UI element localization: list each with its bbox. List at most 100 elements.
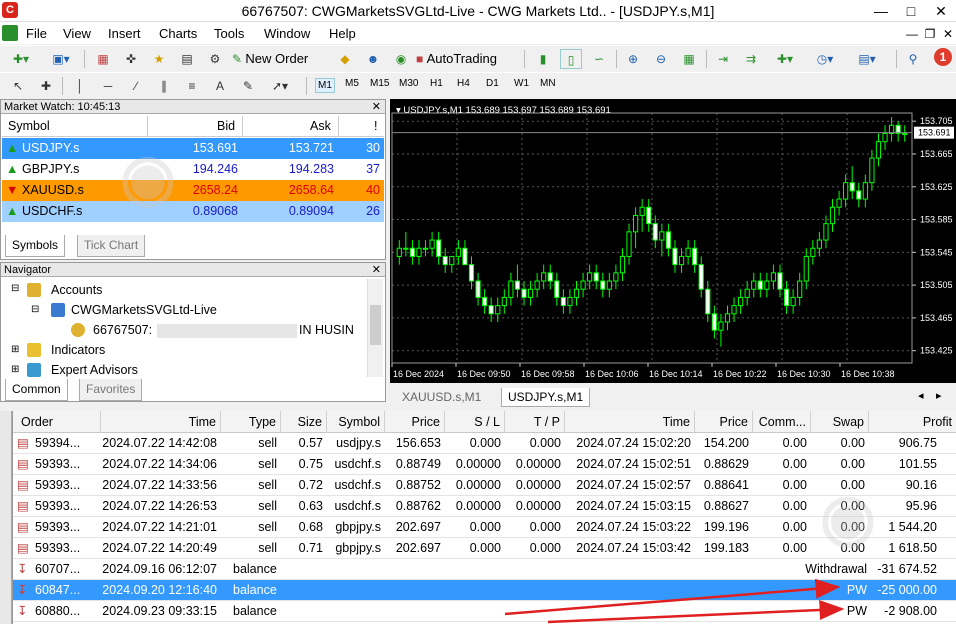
timeframe-d1[interactable]: D1 [486,78,499,89]
market-watch-close-icon[interactable]: ✕ [372,100,381,114]
column-header-price[interactable]: Price [385,411,445,433]
column-header-type[interactable]: Type [221,411,281,433]
col-ask[interactable]: Ask [310,116,331,137]
nav-server[interactable]: CWGMarketsSVGLtd-Live [71,303,217,317]
templates-icon[interactable]: ▤▾ [850,49,884,69]
column-header-comm[interactable]: Comm... [753,411,811,433]
price-chart[interactable]: 153.705 153.665 153.625 153.585 153.545 153.5… [390,99,956,383]
trade-row[interactable]: ▤ 59393... 2024.07.22 14:26:53 sell 0.63 usdc… [13,496,956,517]
balance-row[interactable]: ↧ 60707... 2024.09.16 06:12:07 balance Withd… [13,559,956,580]
vertical-line-icon[interactable]: │ [70,76,90,96]
column-header-profit[interactable]: Profit [869,411,956,433]
nav-expert-advisors[interactable]: Expert Advisors [51,363,138,377]
chart-shift-icon[interactable]: ⇥ [712,49,734,69]
menu-view[interactable]: View [63,26,91,41]
navigator-icon[interactable]: ★ [148,49,170,69]
maximize-icon[interactable]: □ [896,0,926,22]
strategy-tester-icon[interactable]: ⚙ [204,49,226,69]
menu-help[interactable]: Help [329,26,356,41]
scroll-left-icon[interactable]: ◂ [918,389,924,402]
tab-favorites[interactable]: Favorites [79,379,143,401]
indicators-list-icon[interactable]: ✚▾ [768,49,802,69]
trade-row[interactable]: ▤ 59393... 2024.07.22 14:34:06 sell 0.75 usdc… [13,454,956,475]
timeframe-m15[interactable]: M15 [370,78,389,89]
tab-tick-chart[interactable]: Tick Chart [77,235,146,257]
autotrading-button[interactable]: ■ AutoTrading [416,49,516,69]
horizontal-line-icon[interactable]: ─ [98,76,118,96]
notification-badge[interactable]: 1 [934,48,952,66]
market-icon[interactable]: ◉ [390,49,412,69]
line-chart-icon[interactable]: ∽ [588,49,610,69]
column-header-sl[interactable]: S / L [445,411,505,433]
minimize-icon[interactable]: — [866,0,896,22]
column-header-ctime[interactable]: Time [565,411,695,433]
col-symbol[interactable]: Symbol [8,116,50,137]
column-header-cprice[interactable]: Price [695,411,753,433]
profiles-icon[interactable]: ▣▾ [46,49,76,69]
menu-charts[interactable]: Charts [159,26,197,41]
column-header-tp[interactable]: T / P [505,411,565,433]
nav-account-number[interactable]: 66767507: [93,323,152,337]
col-bid[interactable]: Bid [217,116,235,137]
trade-row[interactable]: ▤ 59393... 2024.07.22 14:20:49 sell 0.71 gbpj… [13,538,956,559]
column-header-swap[interactable]: Swap [811,411,869,433]
search-icon[interactable]: ⚲ [902,49,924,69]
signals-icon[interactable]: ☻ [362,49,384,69]
nav-accounts[interactable]: Accounts [51,283,102,297]
scrollbar-thumb[interactable] [370,305,381,345]
timeframe-mn[interactable]: MN [540,78,556,89]
balance-row[interactable]: ↧ 60880... 2024.09.23 09:33:15 balance PW -2 … [13,601,956,622]
column-header-order[interactable]: Order [13,411,101,433]
market-row-usdjpy[interactable]: ▲ USDJPY.s 153.691 153.721 30 [2,138,384,159]
trade-row[interactable]: ▤ 59394... 2024.07.22 14:42:08 sell 0.57 usdj… [13,433,956,454]
terminal-icon[interactable]: ▤ [176,49,198,69]
timeframe-m30[interactable]: M30 [399,78,418,89]
trade-row[interactable]: ▤ 59393... 2024.07.22 14:33:56 sell 0.72 usdc… [13,475,956,496]
mdi-close-icon[interactable]: ✕ [938,26,956,42]
tab-symbols[interactable]: Symbols [5,235,66,257]
nav-indicators[interactable]: Indicators [51,343,105,357]
arrows-tool-icon[interactable]: ➚▾ [262,76,298,96]
timeframe-m1[interactable]: M1 [315,78,335,93]
data-window-icon[interactable]: ✜ [120,49,142,69]
periods-icon[interactable]: ◷▾ [808,49,842,69]
menu-window[interactable]: Window [264,26,310,41]
market-watch-icon[interactable]: ▦ [92,49,114,69]
new-order-button[interactable]: ✎ New Order [232,49,332,69]
fibonacci-icon[interactable]: ≡ [182,76,202,96]
menu-tools[interactable]: Tools [214,26,244,41]
close-icon[interactable]: ✕ [926,0,956,22]
expand-icon[interactable]: ⊞ [11,364,19,375]
bar-chart-icon[interactable]: ▮ [532,49,554,69]
trendline-icon[interactable]: ∕ [126,76,146,96]
mdi-restore-icon[interactable]: ❐ [920,26,940,42]
collapse-icon[interactable]: ⊟ [31,304,39,315]
chart-tab-xauusd[interactable]: XAUUSD.s,M1 [396,388,488,407]
navigator-close-icon[interactable]: ✕ [372,263,381,277]
metaeditor-icon[interactable]: ◆ [334,49,356,69]
text-tool-icon[interactable]: A [210,76,230,96]
market-row-usdchf[interactable]: ▲ USDCHF.s 0.89068 0.89094 26 [2,201,384,222]
channel-icon[interactable]: ∥ [154,76,174,96]
tab-common[interactable]: Common [5,379,68,401]
mdi-minimize-icon[interactable]: — [902,26,922,42]
crosshair-icon[interactable]: ✚ [36,76,56,96]
candlestick-chart-icon[interactable]: ▯ [560,49,582,69]
chart-canvas[interactable]: 153.705 153.665 153.625 153.585 153.545 153.5… [390,99,956,383]
column-header-time[interactable]: Time [101,411,221,433]
trade-row[interactable]: ▤ 59393... 2024.07.22 14:21:01 sell 0.68 gbpj… [13,517,956,538]
market-row-gbpjpy[interactable]: ▲ GBPJPY.s 194.246 194.283 37 [2,159,384,180]
balance-row[interactable]: ↧ 60847... 2024.09.20 12:16:40 balance PW -25… [13,580,956,601]
new-chart-icon[interactable]: ✚▾ [6,49,36,69]
autoscroll-icon[interactable]: ⇉ [740,49,762,69]
col-spread[interactable]: ! [374,116,377,137]
zoom-in-icon[interactable]: ⊕ [622,49,644,69]
column-header-symbol[interactable]: Symbol [327,411,385,433]
cursor-icon[interactable]: ↖ [8,76,28,96]
collapse-icon[interactable]: ⊟ [11,283,19,294]
market-row-xauusd[interactable]: ▼ XAUUSD.s 2658.24 2658.64 40 [2,180,384,201]
scroll-right-icon[interactable]: ▸ [936,389,942,402]
zoom-out-icon[interactable]: ⊖ [650,49,672,69]
timeframe-w1[interactable]: W1 [514,78,529,89]
menu-insert[interactable]: Insert [108,26,141,41]
